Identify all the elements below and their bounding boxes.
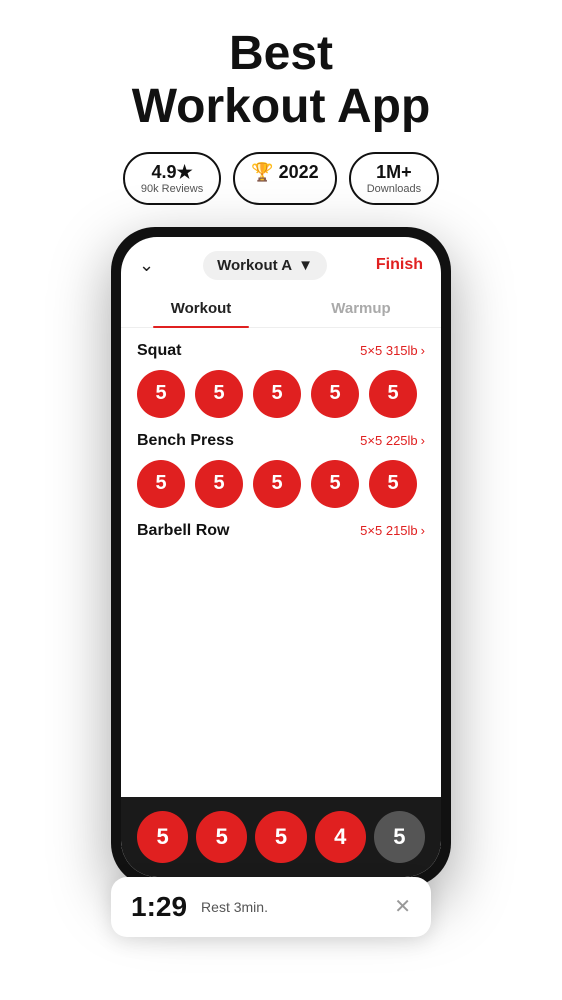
barbell-row-stats: 5×5 215lb › bbox=[360, 523, 425, 538]
bench-set-4[interactable]: 5 bbox=[311, 460, 359, 508]
exercise-barbell-row: Barbell Row 5×5 215lb › bbox=[137, 522, 425, 540]
tab-warmup[interactable]: Warmup bbox=[281, 290, 441, 327]
bottom-set-5[interactable]: 5 bbox=[374, 811, 425, 863]
bench-press-name: Bench Press bbox=[137, 432, 234, 450]
selector-arrow-icon: ▼ bbox=[298, 257, 313, 274]
squat-arrow-icon: › bbox=[421, 343, 425, 358]
phone-frame: ⌄ Workout A ▼ Finish Workout Warmup Squa… bbox=[111, 227, 451, 937]
barbell-row-name: Barbell Row bbox=[137, 522, 229, 540]
squat-set-2[interactable]: 5 bbox=[195, 370, 243, 418]
bottom-set-1[interactable]: 5 bbox=[137, 811, 188, 863]
bottom-set-4[interactable]: 4 bbox=[315, 811, 366, 863]
squat-set-3[interactable]: 5 bbox=[253, 370, 301, 418]
bottom-sets-row: 5 5 5 4 5 bbox=[137, 811, 425, 863]
workout-selector[interactable]: Workout A ▼ bbox=[203, 251, 327, 280]
bottom-bar: 5 5 5 4 5 bbox=[121, 797, 441, 877]
rest-timer: 1:29 Rest 3min. ✕ bbox=[111, 877, 431, 937]
phone-screen: ⌄ Workout A ▼ Finish Workout Warmup Squa… bbox=[121, 237, 441, 877]
bottom-set-3[interactable]: 5 bbox=[255, 811, 306, 863]
timer-label: Rest 3min. bbox=[201, 899, 268, 915]
workout-selector-label: Workout A bbox=[217, 257, 292, 274]
downloads-value: 1M+ bbox=[376, 162, 412, 183]
rating-badge: 4.9★ 90k Reviews bbox=[123, 152, 221, 205]
timer-left: 1:29 Rest 3min. bbox=[131, 891, 268, 923]
bench-set-5[interactable]: 5 bbox=[369, 460, 417, 508]
finish-button[interactable]: Finish bbox=[376, 256, 423, 274]
squat-stats: 5×5 315lb › bbox=[360, 343, 425, 358]
bench-press-stats: 5×5 225lb › bbox=[360, 433, 425, 448]
exercise-bench-press-header: Bench Press 5×5 225lb › bbox=[137, 432, 425, 450]
exercise-squat: Squat 5×5 315lb › 5 5 5 5 5 bbox=[137, 342, 425, 418]
rating-sub: 90k Reviews bbox=[141, 183, 203, 195]
rating-value: 4.9★ bbox=[151, 162, 192, 183]
bench-set-3[interactable]: 5 bbox=[253, 460, 301, 508]
downloads-sub: Downloads bbox=[367, 183, 421, 195]
bench-set-2[interactable]: 5 bbox=[195, 460, 243, 508]
app-topbar: ⌄ Workout A ▼ Finish bbox=[121, 237, 441, 290]
exercise-bench-press: Bench Press 5×5 225lb › 5 5 5 5 5 bbox=[137, 432, 425, 508]
exercise-squat-header: Squat 5×5 315lb › bbox=[137, 342, 425, 360]
page-title: Best Workout App bbox=[132, 28, 431, 134]
squat-set-4[interactable]: 5 bbox=[311, 370, 359, 418]
squat-set-5[interactable]: 5 bbox=[369, 370, 417, 418]
downloads-badge: 1M+ Downloads bbox=[349, 152, 439, 205]
timer-time: 1:29 bbox=[131, 891, 187, 923]
award-badge: 🏆 2022 bbox=[233, 152, 336, 205]
bottom-set-2[interactable]: 5 bbox=[196, 811, 247, 863]
bench-press-arrow-icon: › bbox=[421, 433, 425, 448]
header: Best Workout App bbox=[112, 0, 451, 152]
bench-press-sets-row: 5 5 5 5 5 bbox=[137, 460, 425, 508]
badges-row: 4.9★ 90k Reviews 🏆 2022 1M+ Downloads bbox=[123, 152, 439, 205]
squat-name: Squat bbox=[137, 342, 181, 360]
award-value: 🏆 2022 bbox=[251, 162, 318, 183]
squat-sets-row: 5 5 5 5 5 bbox=[137, 370, 425, 418]
exercise-list: Squat 5×5 315lb › 5 5 5 5 5 bbox=[121, 328, 441, 797]
bench-set-1[interactable]: 5 bbox=[137, 460, 185, 508]
barbell-row-arrow-icon: › bbox=[421, 523, 425, 538]
squat-set-1[interactable]: 5 bbox=[137, 370, 185, 418]
chevron-down-icon[interactable]: ⌄ bbox=[139, 255, 154, 276]
tab-workout[interactable]: Workout bbox=[121, 290, 281, 327]
timer-close-icon[interactable]: ✕ bbox=[394, 894, 411, 919]
tabs-bar: Workout Warmup bbox=[121, 290, 441, 328]
phone-body: ⌄ Workout A ▼ Finish Workout Warmup Squa… bbox=[111, 227, 451, 887]
exercise-barbell-row-header: Barbell Row 5×5 215lb › bbox=[137, 522, 425, 540]
